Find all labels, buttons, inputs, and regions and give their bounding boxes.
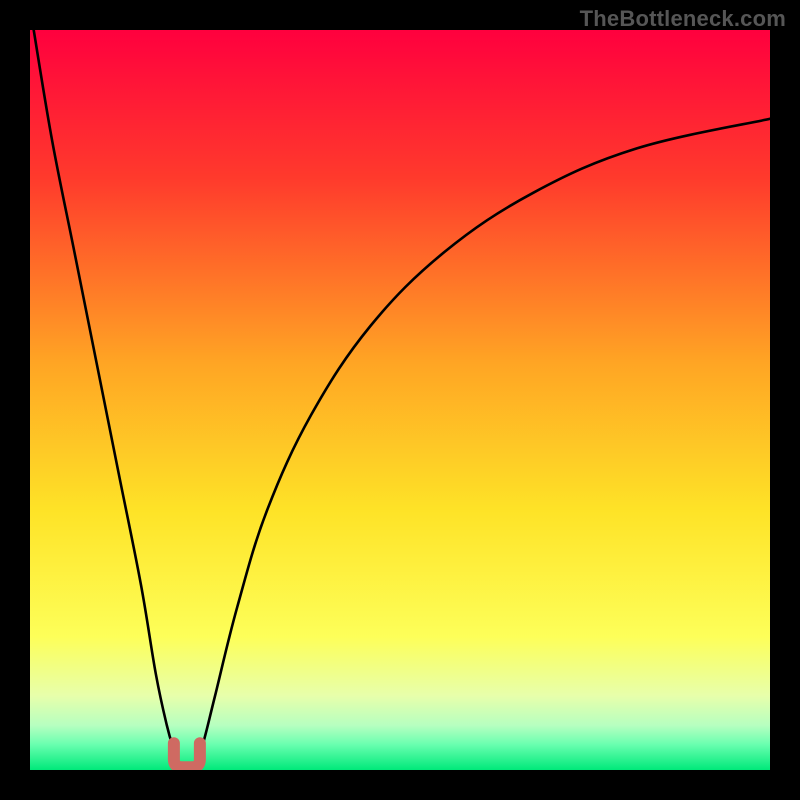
chart-svg [30,30,770,770]
watermark-text: TheBottleneck.com [580,6,786,32]
chart-area [30,30,770,770]
outer-frame: TheBottleneck.com [0,0,800,800]
